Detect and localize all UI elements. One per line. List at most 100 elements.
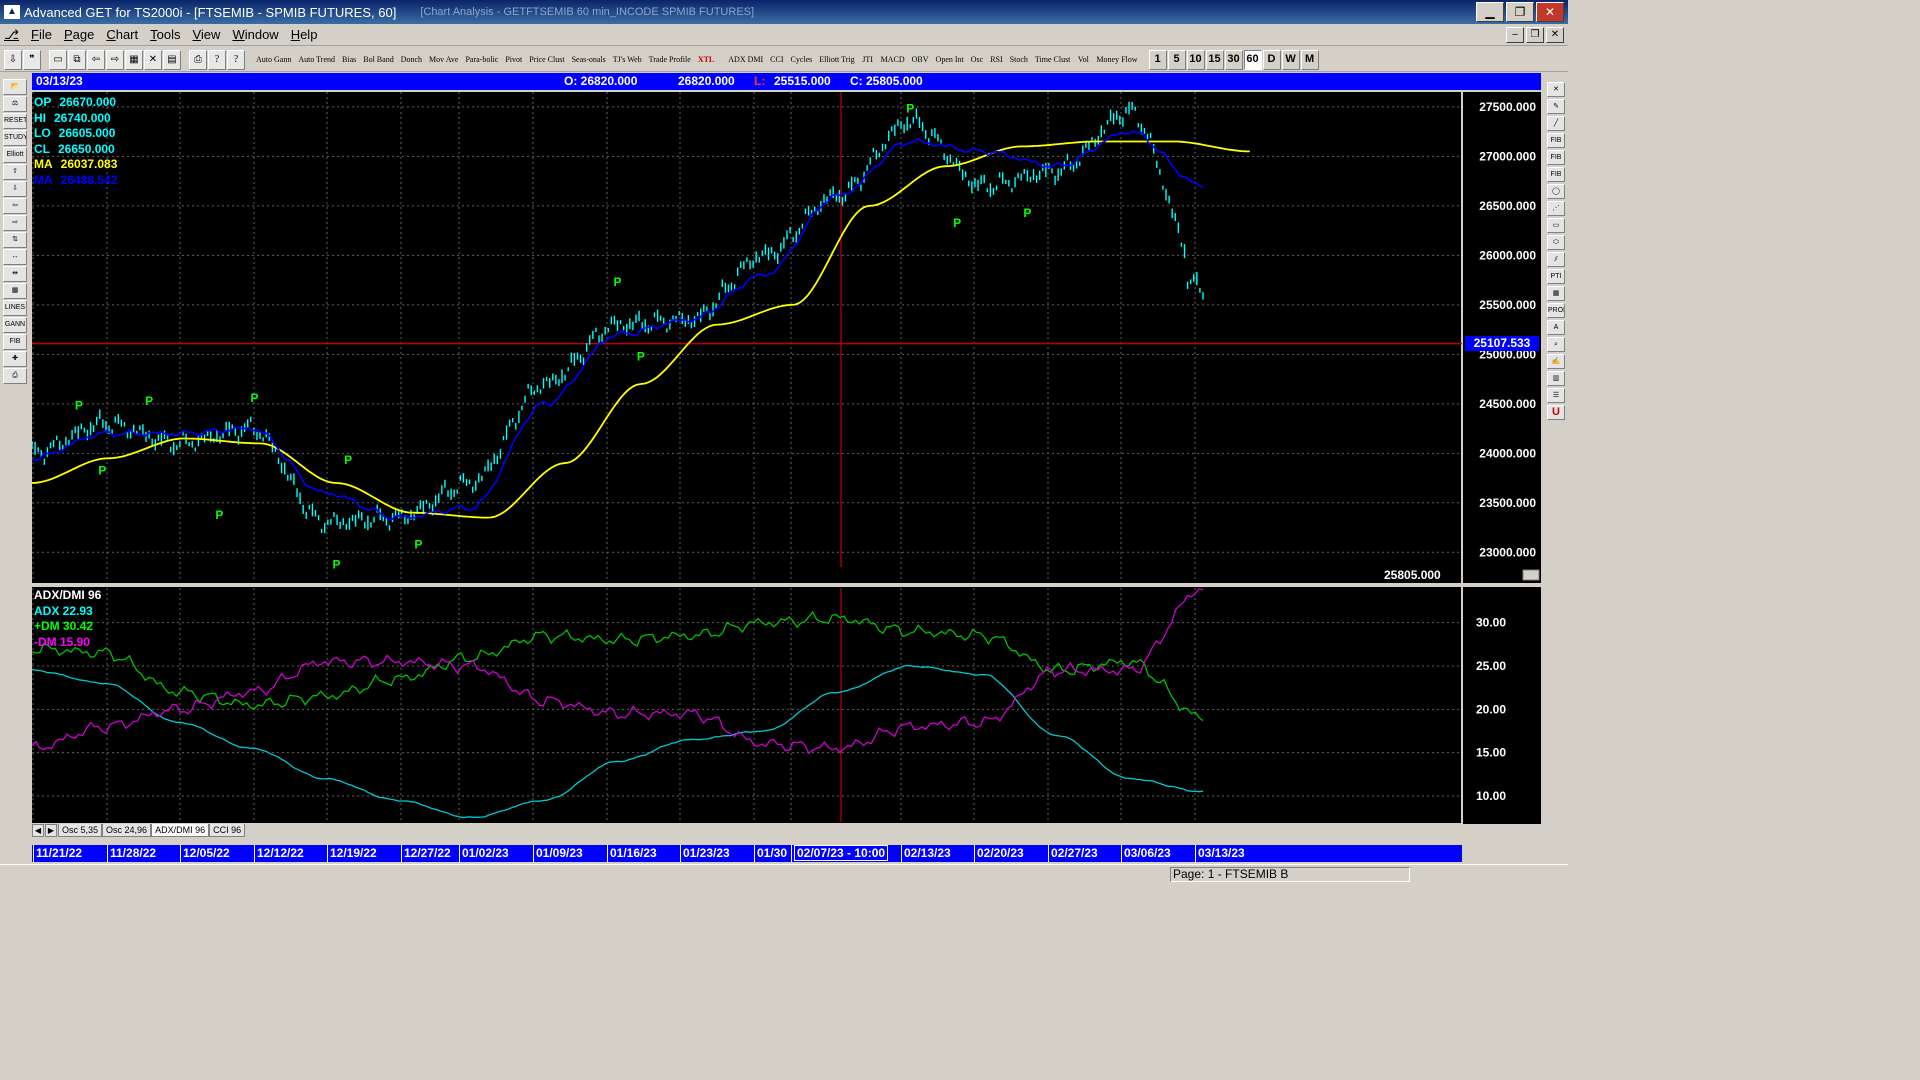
interval-button-w[interactable]: W: [1281, 49, 1300, 70]
study-button-seas-onals[interactable]: Seas-onals: [568, 49, 609, 70]
right-ellipse-icon[interactable]: ⬭: [1547, 235, 1565, 250]
study-button-auto-trend[interactable]: Auto Trend: [295, 49, 339, 70]
right-bars-icon[interactable]: ▥: [1547, 371, 1565, 386]
study-button-pivot[interactable]: Pivot: [502, 49, 526, 70]
left-compress-icon[interactable]: ⇹: [3, 266, 27, 282]
menu-page[interactable]: Page: [58, 27, 100, 42]
right-pencil-icon[interactable]: ✎: [1547, 99, 1565, 114]
study-button-xtl[interactable]: XTL: [694, 49, 718, 70]
left-tool-elliott[interactable]: Elliott: [3, 147, 27, 163]
right-channel-icon[interactable]: ⫽: [1547, 252, 1565, 267]
study-button-stoch[interactable]: Stoch: [1006, 49, 1031, 70]
interval-button-60[interactable]: 60: [1243, 49, 1262, 70]
right-fan-icon[interactable]: ⋰: [1547, 201, 1565, 216]
minimize-icon[interactable]: ▁: [1476, 2, 1504, 22]
grid-icon[interactable]: ▦: [125, 49, 143, 70]
left-zoom-bars-icon[interactable]: ⇅: [3, 232, 27, 248]
close-icon[interactable]: ✕: [1536, 2, 1564, 22]
study-button-jti[interactable]: JTI: [858, 49, 877, 70]
study-button-cycles[interactable]: Cycles: [787, 49, 816, 70]
help-icon[interactable]: ?: [208, 49, 226, 70]
left-tool-reset[interactable]: RESET: [3, 113, 27, 129]
left-crosshair-icon[interactable]: ✚: [3, 351, 27, 367]
left-left-arrow-icon[interactable]: ⇦: [3, 198, 27, 214]
study-button-open-int[interactable]: Open Int: [932, 49, 967, 70]
study-button-donch[interactable]: Donch: [397, 49, 426, 70]
study-button-bol-band[interactable]: Bol Band: [360, 49, 397, 70]
right-list-icon[interactable]: ☰: [1547, 388, 1565, 403]
left-print-icon[interactable]: ⎙: [3, 368, 27, 384]
study-button-obv[interactable]: OBV: [908, 49, 932, 70]
left-tool-lines[interactable]: LINES: [3, 300, 27, 316]
study-button-elliott-trig[interactable]: Elliott Trig: [816, 49, 858, 70]
table-icon[interactable]: ▤: [163, 49, 181, 70]
interval-button-m[interactable]: M: [1300, 49, 1319, 70]
right-tool-pti[interactable]: PTI: [1547, 269, 1565, 284]
pin-icon[interactable]: ⇩: [4, 49, 22, 70]
left-expand-icon[interactable]: ↔: [3, 249, 27, 265]
study-button-cci[interactable]: CCI: [767, 49, 787, 70]
study-button-macd[interactable]: MACD: [877, 49, 908, 70]
right-paint-icon[interactable]: ✍: [1547, 354, 1565, 369]
right-tool-fib-time[interactable]: FIB TIME: [1547, 167, 1565, 182]
interval-button-30[interactable]: 30: [1224, 49, 1243, 70]
menu-tools[interactable]: Tools: [144, 27, 186, 42]
study-button-osc[interactable]: Osc: [967, 49, 987, 70]
menu-file[interactable]: File: [25, 27, 58, 42]
whatis-icon[interactable]: ?: [227, 49, 245, 70]
study-button-rsi[interactable]: RSI: [987, 49, 1006, 70]
tab-adx-dmi-96[interactable]: ADX/DMI 96: [151, 824, 210, 837]
mdi-close-icon[interactable]: ✕: [1546, 27, 1564, 43]
menu-help[interactable]: Help: [285, 27, 324, 42]
cross-icon[interactable]: ✕: [144, 49, 162, 70]
forward-icon[interactable]: ⇨: [106, 49, 124, 70]
new-icon[interactable]: ▭: [49, 49, 67, 70]
left-compare-icon[interactable]: ⚖: [3, 96, 27, 112]
left-up-arrow-icon[interactable]: ⇧: [3, 164, 27, 180]
left-tool-fib[interactable]: FIB: [3, 334, 27, 350]
right-close-x-icon[interactable]: ✕: [1547, 82, 1565, 97]
left-down-arrow-icon[interactable]: ⇩: [3, 181, 27, 197]
study-button-time-clust[interactable]: Time Clust: [1031, 49, 1074, 70]
back-icon[interactable]: ⇦: [87, 49, 105, 70]
tab-osc-5-35[interactable]: Osc 5,35: [58, 824, 103, 837]
study-button-tj-s-web[interactable]: TJ's Web: [609, 49, 645, 70]
tab-osc-24-96[interactable]: Osc 24,96: [102, 824, 152, 837]
right-tool-fib-ret[interactable]: FIB RET: [1547, 133, 1565, 148]
interval-button-5[interactable]: 5: [1167, 49, 1186, 70]
mdi-minimize-icon[interactable]: –: [1506, 27, 1524, 43]
quote-icon[interactable]: ❞: [23, 49, 41, 70]
interval-button-15[interactable]: 15: [1205, 49, 1224, 70]
left-right-arrow-icon[interactable]: ⇨: [3, 215, 27, 231]
tab-scroll-left-icon[interactable]: ◀: [32, 824, 44, 837]
menu-window[interactable]: Window: [226, 27, 284, 42]
system-menu-icon[interactable]: ⎇: [0, 27, 25, 43]
interval-button-10[interactable]: 10: [1186, 49, 1205, 70]
left-open-icon[interactable]: 📂: [3, 79, 27, 95]
mdi-restore-icon[interactable]: ❐: [1526, 27, 1544, 43]
right-grid-icon[interactable]: ▦: [1547, 286, 1565, 301]
study-button-money-flow[interactable]: Money Flow: [1093, 49, 1141, 70]
right-box-icon[interactable]: ▭: [1547, 218, 1565, 233]
interval-button-1[interactable]: 1: [1148, 49, 1167, 70]
tab-cci-96[interactable]: CCI 96: [209, 824, 246, 837]
study-button-vol[interactable]: Vol: [1074, 49, 1093, 70]
study-button-price-clust[interactable]: Price Clust: [526, 49, 568, 70]
copy-icon[interactable]: ⧉: [68, 49, 86, 70]
study-button-trade-profile[interactable]: Trade Profile: [645, 49, 694, 70]
study-button-bias[interactable]: Bias: [339, 49, 360, 70]
interval-button-d[interactable]: D: [1262, 49, 1281, 70]
right-line-icon[interactable]: ╱: [1547, 116, 1565, 131]
tab-scroll-right-icon[interactable]: ▶: [45, 824, 57, 837]
print-icon[interactable]: ⎙: [189, 49, 207, 70]
right-tool-u[interactable]: U: [1547, 405, 1565, 420]
left-grid-icon[interactable]: ▦: [3, 283, 27, 299]
study-button-para-bolic[interactable]: Para-bolic: [462, 49, 502, 70]
right-tool-fib-ext[interactable]: FIB EXT: [1547, 150, 1565, 165]
menu-chart[interactable]: Chart: [100, 27, 144, 42]
chart-area[interactable]: 27500.000 27000.000 26500.000 26000.000 2550…: [32, 92, 1541, 824]
restore-icon[interactable]: ❐: [1506, 2, 1534, 22]
study-button-auto-gann[interactable]: Auto Gann: [253, 49, 295, 70]
menu-view[interactable]: View: [186, 27, 226, 42]
right-tool-a[interactable]: A: [1547, 320, 1565, 335]
